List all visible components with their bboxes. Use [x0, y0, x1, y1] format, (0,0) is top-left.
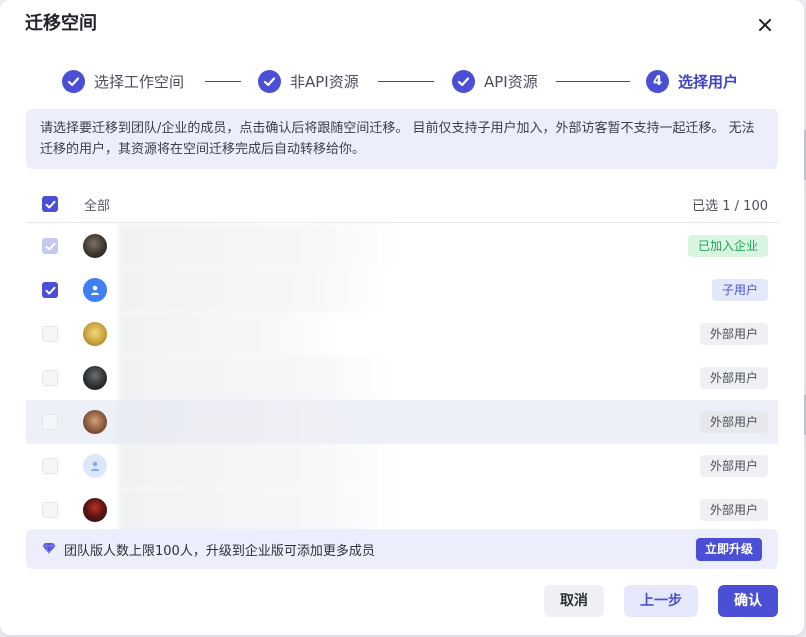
user-name-redacted	[118, 312, 338, 356]
select-all-checkbox[interactable]	[42, 196, 58, 212]
status-badge: 子用户	[711, 279, 768, 301]
avatar	[83, 278, 107, 302]
step-connector	[205, 81, 241, 82]
status-badge: 外部用户	[699, 367, 768, 389]
step-number: 4	[646, 69, 669, 93]
previous-step-button[interactable]: 上一步	[624, 585, 698, 617]
user-icon	[90, 285, 100, 295]
row-checkbox[interactable]	[42, 282, 58, 298]
user-name-redacted	[118, 488, 398, 532]
step-label: API资源	[484, 72, 538, 91]
avatar	[83, 498, 107, 522]
avatar	[83, 322, 107, 346]
status-badge: 已加入企业	[687, 235, 768, 257]
step-select-users: 4 选择用户	[646, 68, 738, 94]
status-badge: 外部用户	[699, 455, 768, 477]
step-api-resources: API资源	[452, 68, 538, 94]
user-name-redacted	[118, 268, 388, 312]
user-row[interactable]: 子用户	[26, 268, 778, 312]
migrate-space-dialog: 迁移空间 选择工作空间 非API资源 API资源 4 选择用户 请选择要迁移到团…	[0, 0, 804, 635]
step-connector	[556, 81, 630, 82]
user-row[interactable]: 已加入企业	[26, 224, 778, 268]
user-row[interactable]: 外部用户	[26, 356, 778, 400]
checkmark-icon	[45, 242, 55, 250]
diamond-icon	[42, 542, 56, 554]
row-checkbox	[42, 458, 58, 474]
user-name-redacted	[118, 400, 398, 444]
avatar	[83, 366, 107, 390]
step-connector	[378, 81, 434, 82]
avatar	[83, 410, 107, 434]
step-label: 选择工作空间	[94, 72, 185, 91]
upgrade-banner: 团队版人数上限100人，升级到企业版可添加更多成员 立即升级	[26, 529, 778, 569]
cancel-button[interactable]: 取消	[544, 585, 604, 617]
list-header: 全部 已选 1 / 100	[26, 185, 778, 223]
user-name-redacted	[118, 356, 393, 400]
upgrade-now-button[interactable]: 立即升级	[695, 538, 762, 561]
dialog-title: 迁移空间	[25, 13, 97, 34]
confirm-button[interactable]: 确认	[718, 585, 778, 617]
select-all-label: 全部	[84, 199, 111, 214]
close-button[interactable]	[753, 13, 777, 37]
row-checkbox	[42, 370, 58, 386]
checkmark-icon	[45, 286, 55, 294]
check-icon	[62, 69, 85, 93]
user-row[interactable]: 外部用户	[26, 312, 778, 356]
user-icon	[90, 461, 100, 471]
status-badge: 外部用户	[699, 411, 768, 433]
selected-count: 已选 1 / 100	[692, 199, 768, 214]
user-name-redacted	[118, 444, 398, 488]
step-label: 选择用户	[678, 72, 739, 91]
user-row[interactable]: 外部用户	[26, 400, 778, 444]
step-non-api-resources: 非API资源	[258, 68, 359, 94]
row-checkbox	[42, 238, 58, 254]
step-label: 非API资源	[290, 72, 359, 91]
check-icon	[452, 69, 475, 93]
step-select-workspace: 选择工作空间	[62, 68, 184, 94]
user-name-redacted	[118, 224, 398, 268]
close-icon	[759, 19, 771, 31]
user-row[interactable]: 外部用户	[26, 444, 778, 488]
upgrade-banner-text: 团队版人数上限100人，升级到企业版可添加更多成员	[64, 544, 375, 559]
info-notice: 请选择要迁移到团队/企业的成员，点击确认后将跟随空间迁移。 目前仅支持子用户加入…	[26, 109, 778, 169]
row-checkbox	[42, 502, 58, 518]
status-badge: 外部用户	[699, 499, 768, 521]
check-icon	[258, 69, 281, 93]
avatar	[83, 234, 107, 258]
user-row[interactable]: 外部用户	[26, 488, 778, 532]
row-checkbox	[42, 326, 58, 342]
status-badge: 外部用户	[699, 323, 768, 345]
avatar	[83, 454, 107, 478]
checkmark-icon	[45, 200, 55, 208]
stepper: 选择工作空间 非API资源 API资源 4 选择用户	[62, 68, 762, 94]
row-checkbox	[42, 414, 58, 430]
